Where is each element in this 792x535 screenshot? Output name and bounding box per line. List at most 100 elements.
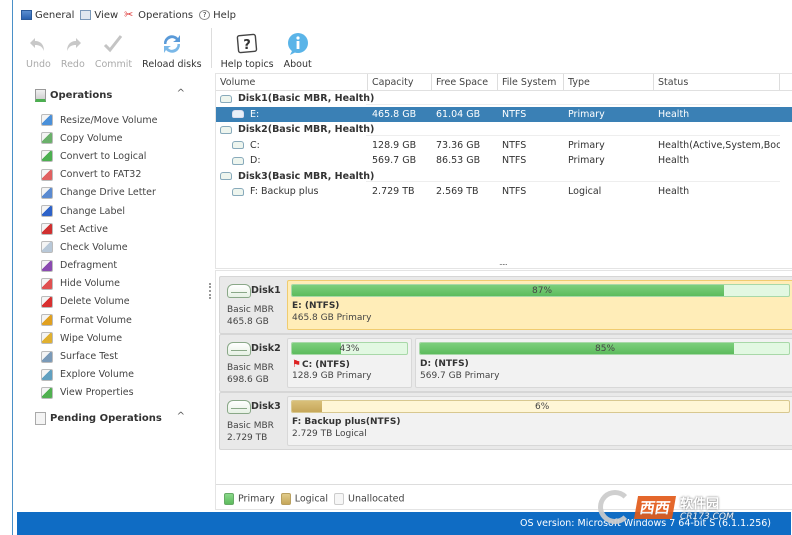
- help-topics-button[interactable]: ? Help topics: [216, 26, 279, 70]
- commit-label: Commit: [94, 59, 133, 70]
- operation-check-volume[interactable]: Check Volume: [41, 238, 157, 256]
- operation-defragment[interactable]: Defragment: [41, 257, 157, 275]
- usage-percent: 87%: [532, 286, 553, 296]
- col-status[interactable]: Status: [654, 74, 780, 90]
- col-type[interactable]: Type: [564, 74, 654, 90]
- partition-block[interactable]: 85% D: (NTFS) 569.7 GB Primary: [415, 338, 792, 388]
- type-cell: Primary: [568, 155, 605, 167]
- operations-section-header[interactable]: Operations ^: [35, 88, 185, 102]
- volume-row[interactable]: C: 128.9 GB 73.36 GB NTFS Primary Health(Acti…: [216, 138, 792, 154]
- operation-format-volume[interactable]: Format Volume: [41, 311, 157, 329]
- fs-cell: NTFS: [502, 139, 527, 151]
- watermark-text: 软件园 CR173.COM: [680, 493, 734, 522]
- col-volume[interactable]: Volume: [216, 74, 368, 90]
- operation-view-properties[interactable]: View Properties: [41, 384, 157, 402]
- operations-section-title: Operations: [50, 90, 113, 101]
- disk-group-row[interactable]: Disk1(Basic MBR, Health): [216, 91, 792, 107]
- partition-name-text: C: (NTFS): [301, 360, 350, 370]
- fs-cell: NTFS: [502, 186, 527, 198]
- disk-size: 698.6 GB: [227, 375, 269, 385]
- legend-logical-label: Logical: [294, 493, 329, 505]
- type-cell: Primary: [568, 139, 605, 151]
- svg-text:?: ?: [243, 38, 251, 53]
- partition-block[interactable]: 43% ⚑C: (NTFS) 128.9 GB Primary: [287, 338, 412, 388]
- view-icon: [80, 10, 92, 20]
- pencil-icon: [41, 186, 53, 199]
- copy-icon: [41, 132, 53, 145]
- properties-icon: [41, 386, 53, 399]
- operation-delete-volume[interactable]: Delete Volume: [41, 293, 157, 311]
- volume-row[interactable]: F: Backup plus 2.729 TB 2.569 TB NTFS Logica…: [216, 184, 792, 200]
- operation-change-label[interactable]: Change Label: [41, 202, 157, 220]
- partition-usage-bar: 6%: [291, 400, 790, 413]
- disk-group-row[interactable]: Disk2(Basic MBR, Health): [216, 122, 792, 138]
- operations-list: Resize/Move Volume Copy Volume Convert to …: [41, 111, 157, 402]
- operation-resize-move-volume[interactable]: Resize/Move Volume: [41, 111, 157, 129]
- panel-splitter-handle[interactable]: [209, 283, 211, 299]
- partition-block[interactable]: 87% E: (NTFS) 465.8 GB Primary: [287, 280, 792, 330]
- partition-info: 465.8 GB Primary: [292, 313, 372, 323]
- usage-percent: 6%: [535, 402, 550, 412]
- operation-convert-to-logical[interactable]: Convert to Logical: [41, 147, 157, 165]
- menu-view-label: View: [94, 9, 119, 21]
- disk-row-disk2[interactable]: Disk2 Basic MBR 698.6 GB 43% ⚑C: (NTFS) 128.9…: [219, 334, 792, 392]
- help-topics-icon: ?: [235, 32, 259, 56]
- capacity-cell: 465.8 GB: [372, 108, 417, 120]
- operation-copy-volume[interactable]: Copy Volume: [41, 129, 157, 147]
- disk-drive-icon: [227, 342, 251, 356]
- disk-group-row[interactable]: Disk3(Basic MBR, Health): [216, 169, 792, 185]
- operation-explore-volume[interactable]: Explore Volume: [41, 366, 157, 384]
- col-capacity[interactable]: Capacity: [368, 74, 432, 90]
- partition-name: E: (NTFS): [292, 301, 339, 311]
- volume-name: F: Backup plus: [250, 186, 319, 198]
- partition-block[interactable]: 6% F: Backup plus(NTFS) 2.729 TB Logical: [287, 396, 792, 446]
- disk-row-disk3[interactable]: Disk3 Basic MBR 2.729 TB 6% F: Backup plus(N…: [219, 392, 792, 450]
- about-button[interactable]: About: [279, 26, 317, 70]
- legend-logical: Logical: [280, 493, 329, 505]
- disk-label: Disk1 Basic MBR 465.8 GB: [223, 281, 285, 331]
- menu-operations-label: Operations: [138, 9, 194, 21]
- col-free-space[interactable]: Free Space: [432, 74, 498, 90]
- collapse-pending-icon[interactable]: ^: [177, 411, 185, 422]
- volume-drive-icon: [232, 110, 244, 119]
- col-file-system[interactable]: File System: [498, 74, 564, 90]
- menu-general[interactable]: General: [21, 10, 74, 21]
- status-cell: Health(Active,System,Boot): [658, 139, 780, 151]
- pending-section-header[interactable]: Pending Operations ^: [35, 411, 185, 425]
- status-cell: Health: [658, 155, 690, 167]
- collapse-operations-icon[interactable]: ^: [177, 88, 185, 99]
- operation-hide-volume[interactable]: Hide Volume: [41, 275, 157, 293]
- convert-logical-icon: [41, 150, 53, 163]
- left-panel: Operations ^ Resize/Move Volume Copy Volu…: [21, 75, 199, 510]
- menu-view[interactable]: View: [80, 10, 118, 21]
- menu-help[interactable]: ? Help: [199, 10, 236, 21]
- operation-wipe-volume[interactable]: Wipe Volume: [41, 329, 157, 347]
- volume-drive-icon: [232, 141, 244, 150]
- volume-row[interactable]: E: 465.8 GB 61.04 GB NTFS Primary Health: [216, 106, 792, 122]
- undo-button[interactable]: Undo: [21, 26, 56, 70]
- commit-button[interactable]: Commit: [90, 26, 137, 70]
- partition-name-text: F: Backup plus(NTFS): [292, 417, 401, 427]
- volume-cell: C:: [216, 140, 368, 151]
- menu-operations[interactable]: ✂ Operations: [124, 9, 194, 21]
- reload-disks-button[interactable]: Reload disks: [137, 26, 206, 70]
- operation-label: Resize/Move Volume: [60, 114, 158, 126]
- disk-name: Disk1: [251, 285, 281, 296]
- status-cell: Health: [658, 108, 690, 120]
- volume-table-body: Disk1(Basic MBR, Health) E: 465.8 GB 61.04 …: [216, 91, 792, 200]
- watermark-logo: 西西 软件园 CR173.COM: [598, 487, 768, 527]
- operation-surface-test[interactable]: Surface Test: [41, 347, 157, 365]
- disk-row-disk1[interactable]: Disk1 Basic MBR 465.8 GB 87% E: (NTFS) 465.8 …: [219, 276, 792, 334]
- about-label: About: [283, 59, 312, 70]
- convert-fat32-icon: [41, 168, 53, 181]
- operation-convert-to-fat32[interactable]: Convert to FAT32: [41, 166, 157, 184]
- partition-info: 2.729 TB Logical: [292, 429, 367, 439]
- operation-set-active[interactable]: Set Active: [41, 220, 157, 238]
- operation-label: Convert to FAT32: [60, 169, 142, 181]
- disk-group-title: Disk1(Basic MBR, Health): [238, 93, 375, 105]
- more-indicator[interactable]: .....: [499, 258, 508, 267]
- redo-button[interactable]: Redo: [56, 26, 90, 70]
- operation-change-drive-letter[interactable]: Change Drive Letter: [41, 184, 157, 202]
- info-icon: [286, 32, 310, 56]
- volume-row[interactable]: D: 569.7 GB 86.53 GB NTFS Primary Health: [216, 153, 792, 169]
